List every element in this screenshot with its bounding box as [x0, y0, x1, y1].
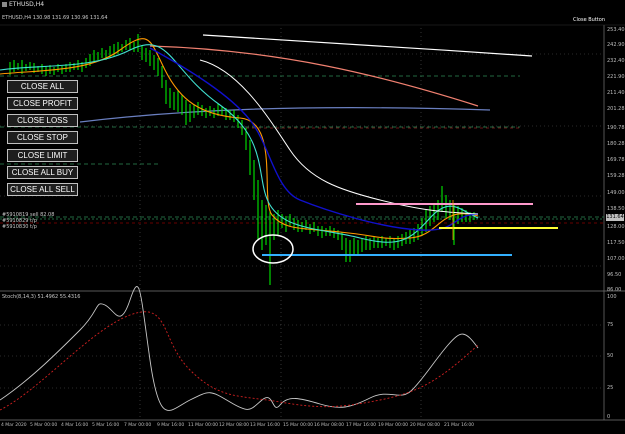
- current-price-tag: 131.64: [606, 214, 624, 221]
- price-axis-label: 180.28: [607, 141, 625, 147]
- time-axis-label: 13 Mar 16:00: [250, 423, 281, 428]
- stoch-main-line: [0, 286, 479, 411]
- highlight-ellipse[interactable]: [252, 234, 294, 264]
- ma-blue: [149, 47, 479, 231]
- time-axis-label: 16 Mar 08:00: [314, 423, 345, 428]
- price-axis-label: 190.78: [607, 125, 625, 131]
- price-axis-label: 169.78: [607, 157, 625, 163]
- time-axis-label: 5 Mar 16:00: [92, 423, 120, 428]
- price-axis-label: 128.00: [607, 224, 625, 230]
- price-axis-label: 86.00: [607, 287, 622, 293]
- price-axis-label: 138.50: [607, 206, 625, 212]
- close-profit-button[interactable]: CLOSE PROFIT: [7, 97, 78, 110]
- stoch-level-label: 50: [607, 353, 614, 359]
- time-axis-label: 7 Mar 00:00: [124, 423, 152, 428]
- time-axis-label: 21 Mar 16:00: [444, 423, 475, 428]
- close-all-buy-button[interactable]: CLOSE ALL BUY: [7, 166, 78, 179]
- price-axis-label: 253.40: [607, 27, 625, 33]
- time-axis-label: 12 Mar 08:00: [219, 423, 250, 428]
- stoch-indicator-label: Stoch(8,14,3) 51.4962 55.4316: [2, 294, 81, 300]
- chart-canvas[interactable]: [0, 0, 625, 434]
- price-axis-label: 96.50: [607, 272, 622, 278]
- time-axis-label: 19 Mar 00:00: [378, 423, 409, 428]
- ma-long-slate: [79, 107, 491, 123]
- stoch-levels: [0, 324, 604, 389]
- close-all-button[interactable]: CLOSE ALL: [7, 80, 78, 93]
- close-all-sell-button[interactable]: CLOSE ALL SELL: [7, 183, 78, 196]
- price-axis-label: 159.28: [607, 173, 625, 179]
- time-axis-label: 4 Mar 2020: [1, 423, 27, 428]
- price-axis-label: 201.28: [607, 106, 625, 112]
- price-axis-label: 242.90: [607, 42, 625, 48]
- time-axis-label: 4 Mar 16:00: [61, 423, 89, 428]
- price-axis-label: 221.90: [607, 74, 625, 80]
- time-axis-label: 17 Mar 16:00: [346, 423, 377, 428]
- stoch-level-label: 75: [607, 322, 614, 328]
- close-stop-button[interactable]: CLOSE STOP: [7, 131, 78, 144]
- price-axis-label: 117.50: [607, 240, 625, 246]
- ma-white-medium: [199, 59, 479, 215]
- stoch-signal-line: [0, 311, 479, 411]
- time-axis-label: 20 Mar 08:00: [410, 423, 441, 428]
- close-limit-button[interactable]: CLOSE LIMIT: [7, 149, 78, 162]
- time-axis-label: 15 Mar 00:00: [283, 423, 314, 428]
- price-axis-label: 149.00: [607, 190, 625, 196]
- close-loss-button[interactable]: CLOSE LOSS: [7, 114, 78, 127]
- time-axis-label: 11 Mar 00:00: [188, 423, 219, 428]
- price-axis-label: 211.40: [607, 90, 625, 96]
- stoch-level-label: 0: [607, 414, 611, 420]
- price-axis-label: 107.00: [607, 256, 625, 262]
- candles: [9, 34, 475, 285]
- time-axis-label: 5 Mar 00:00: [30, 423, 58, 428]
- time-axis-label: 9 Mar 16:00: [157, 423, 185, 428]
- order-label: #5910830 t/p: [2, 224, 37, 230]
- stoch-level-label: 25: [607, 385, 614, 391]
- stoch-level-label: 100: [607, 294, 617, 300]
- ma-long-white: [202, 34, 533, 57]
- price-axis-label: 232.40: [607, 58, 625, 64]
